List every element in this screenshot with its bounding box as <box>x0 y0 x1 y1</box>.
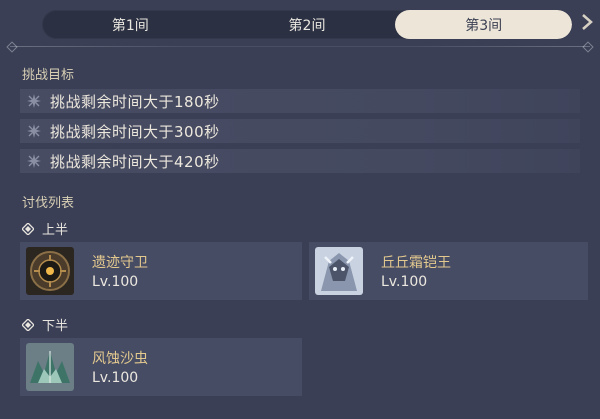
tab-chamber-2[interactable]: 第2间 <box>219 10 396 39</box>
goal-text: 挑战剩余时间大于300秒 <box>50 122 220 141</box>
enemy-card[interactable]: 丘丘霜铠王 Lv.100 <box>309 242 588 300</box>
enemy-level: Lv.100 <box>381 274 428 290</box>
enemy-card[interactable]: 风蚀沙虫 Lv.100 <box>20 338 302 396</box>
diamond-icon <box>22 222 34 235</box>
goal-row: 挑战剩余时间大于420秒 <box>20 149 580 173</box>
half-label-text: 上半 <box>42 223 69 238</box>
goal-text: 挑战剩余时间大于420秒 <box>50 152 220 171</box>
enemy-name: 遗迹守卫 <box>92 255 148 271</box>
tab-chamber-3[interactable]: 第3间 <box>395 10 572 39</box>
ruin-guard-portrait <box>26 247 74 295</box>
enemy-card[interactable]: 遗迹守卫 Lv.100 <box>20 242 302 300</box>
first-half-label: 上半 <box>22 219 68 238</box>
chevron-right-icon[interactable] <box>580 13 594 35</box>
frost-lawachurl-portrait <box>315 247 363 295</box>
star-icon <box>26 153 42 169</box>
goal-row: 挑战剩余时间大于180秒 <box>20 89 580 113</box>
goal-text: 挑战剩余时间大于180秒 <box>50 92 220 111</box>
enemy-name: 风蚀沙虫 <box>92 351 148 367</box>
sandworm-portrait <box>26 343 74 391</box>
section-divider <box>10 46 590 47</box>
goal-row: 挑战剩余时间大于300秒 <box>20 119 580 143</box>
diamond-icon <box>22 318 34 331</box>
challenge-goals-title: 挑战目标 <box>22 68 75 83</box>
enemy-name: 丘丘霜铠王 <box>381 255 451 271</box>
chamber-tabs: 第1间 第2间 第3间 <box>42 10 572 39</box>
enemy-list-title: 讨伐列表 <box>22 196 75 211</box>
enemy-level: Lv.100 <box>92 370 139 386</box>
enemy-level: Lv.100 <box>92 274 139 290</box>
second-half-label: 下半 <box>22 315 68 334</box>
star-icon <box>26 123 42 139</box>
half-label-text: 下半 <box>42 319 69 334</box>
star-icon <box>26 93 42 109</box>
tab-chamber-1[interactable]: 第1间 <box>42 10 219 39</box>
